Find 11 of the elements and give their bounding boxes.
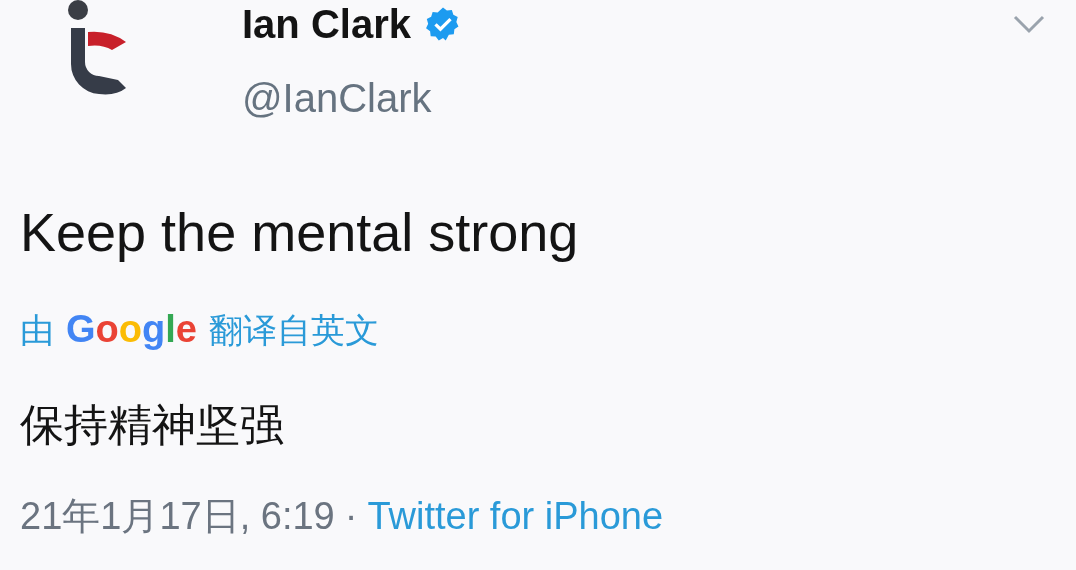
chevron-down-icon[interactable] [1013, 14, 1045, 34]
translated-from-label: 翻译自英文 [208, 310, 379, 351]
translated-by-label: 由 [20, 310, 54, 351]
source-link[interactable]: Twitter for iPhone [367, 495, 664, 538]
author-name: Ian Clark [242, 1, 411, 47]
tweet-text: Keep the mental strong [20, 201, 580, 264]
author-handle: @IanClark [242, 76, 433, 121]
separator-dot: · [344, 495, 358, 538]
translated-text: 保持精神坚强 [20, 399, 285, 451]
google-logo: Google [66, 308, 197, 351]
timestamp: 21年1月17日, 6:19 [20, 494, 335, 539]
